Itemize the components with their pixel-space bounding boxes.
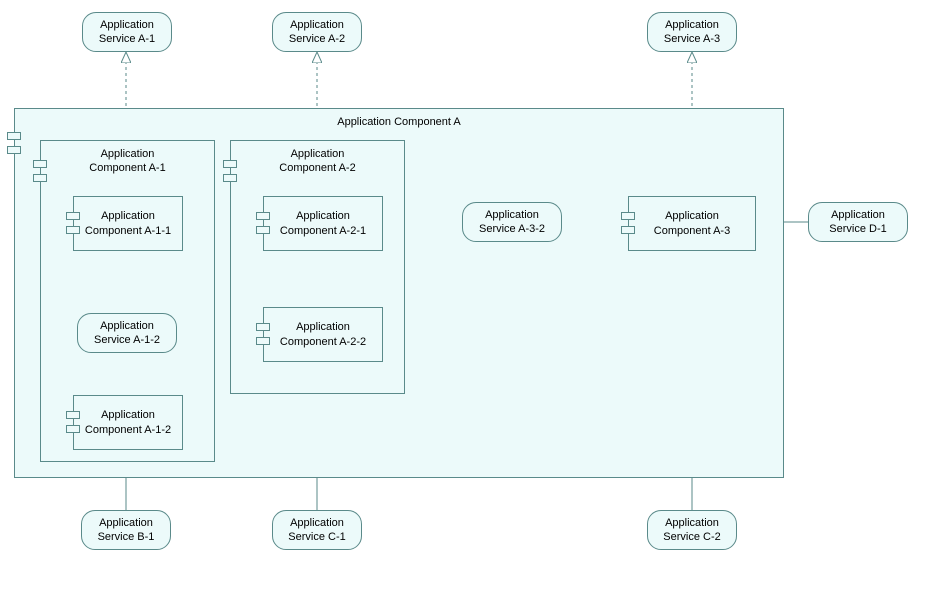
notch-icon	[621, 226, 635, 234]
label: ApplicationService A-1-2	[94, 319, 160, 348]
notch-icon	[66, 425, 80, 433]
label: ApplicationService C-2	[663, 516, 720, 545]
notch-icon	[621, 212, 635, 220]
notch-icon	[256, 212, 270, 220]
service-a3: ApplicationService A-3	[647, 12, 737, 52]
diagram-canvas: ApplicationService A-1 ApplicationServic…	[0, 0, 941, 614]
component-a12: ApplicationComponent A-1-2	[73, 395, 183, 450]
component-a3: ApplicationComponent A-3	[628, 196, 756, 251]
notch-icon	[223, 160, 237, 168]
notch-icon	[256, 337, 270, 345]
label: ApplicationComponent A-1-1	[85, 209, 171, 238]
label: ApplicationService C-1	[288, 516, 345, 545]
service-c1: ApplicationService C-1	[272, 510, 362, 550]
service-a12: ApplicationService A-1-2	[77, 313, 177, 353]
service-b1: ApplicationService B-1	[81, 510, 171, 550]
label: ApplicationComponent A-1-2	[85, 408, 171, 437]
notch-icon	[66, 212, 80, 220]
label: ApplicationComponent A-2-2	[280, 320, 366, 349]
label: ApplicationComponent A-3	[654, 209, 730, 238]
notch-icon	[223, 174, 237, 182]
label: ApplicationService A-3-2	[479, 208, 545, 237]
notch-icon	[256, 226, 270, 234]
notch-icon	[33, 174, 47, 182]
component-a-title: Application Component A	[15, 109, 783, 129]
label: ApplicationService A-3	[664, 18, 720, 47]
service-a1: ApplicationService A-1	[82, 12, 172, 52]
notch-icon	[66, 411, 80, 419]
service-a32: ApplicationService A-3-2	[462, 202, 562, 242]
service-a2: ApplicationService A-2	[272, 12, 362, 52]
notch-icon	[33, 160, 47, 168]
label: ApplicationService A-2	[289, 18, 345, 47]
notch-icon	[7, 146, 21, 154]
component-a11: ApplicationComponent A-1-1	[73, 196, 183, 251]
component-a21: ApplicationComponent A-2-1	[263, 196, 383, 251]
component-a2-title: ApplicationComponent A-2	[231, 141, 404, 176]
notch-icon	[66, 226, 80, 234]
notch-icon	[256, 323, 270, 331]
label: ApplicationComponent A-2-1	[280, 209, 366, 238]
component-a1-title: ApplicationComponent A-1	[41, 141, 214, 176]
service-c2: ApplicationService C-2	[647, 510, 737, 550]
label: ApplicationService B-1	[98, 516, 155, 545]
label: ApplicationService D-1	[829, 208, 886, 237]
component-a22: ApplicationComponent A-2-2	[263, 307, 383, 362]
service-d1: ApplicationService D-1	[808, 202, 908, 242]
notch-icon	[7, 132, 21, 140]
label: ApplicationService A-1	[99, 18, 155, 47]
